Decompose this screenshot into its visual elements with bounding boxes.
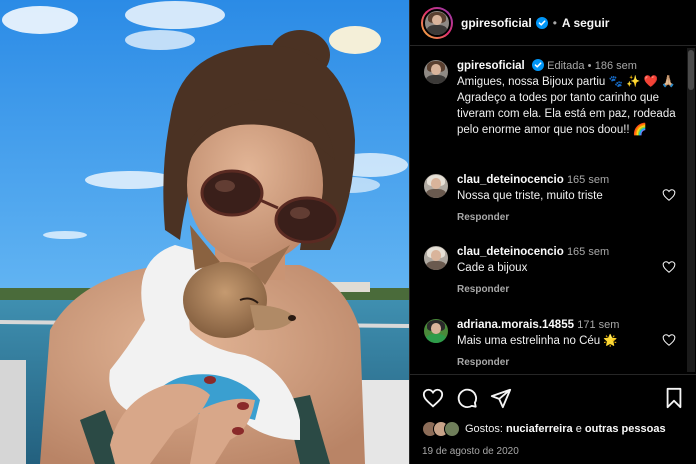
- verified-badge-icon: [531, 59, 544, 71]
- reply-button[interactable]: Responder: [457, 284, 509, 295]
- avatar-image: [423, 8, 451, 37]
- header-separator: •: [552, 15, 557, 30]
- like-comment-heart-icon[interactable]: [662, 333, 676, 347]
- instagram-post: gpiresoficial • A seguir gpiresoficial E…: [0, 0, 696, 464]
- following-button[interactable]: A seguir: [562, 16, 610, 30]
- comment-text: Cade a bijoux: [457, 262, 528, 274]
- likes-connector: e: [575, 423, 582, 435]
- comment-time[interactable]: 165 sem: [567, 246, 609, 258]
- reply-button[interactable]: Responder: [457, 357, 509, 368]
- comment-time[interactable]: 171 sem: [577, 319, 619, 331]
- post-photo-image: [0, 0, 409, 464]
- comment-text: Nossa que triste, muito triste: [457, 190, 603, 202]
- comment-time[interactable]: 165 sem: [567, 174, 609, 186]
- caption-edited: Editada: [547, 60, 585, 72]
- scrollbar-thumb[interactable]: [688, 50, 694, 90]
- caption-username[interactable]: gpiresoficial: [457, 60, 525, 72]
- like-comment-heart-icon[interactable]: [662, 260, 676, 274]
- comment-text: Mais uma estrelinha no Céu 🌟: [457, 335, 618, 347]
- comment-username[interactable]: clau_deteinocencio: [457, 246, 564, 258]
- comment-icon[interactable]: [456, 387, 478, 409]
- post-photo[interactable]: [0, 0, 409, 464]
- author-username[interactable]: gpiresoficial: [461, 16, 532, 30]
- caption-text: Amigues, nossa Bijoux partiu 🐾 ✨ ❤️ 🙏🏼 A…: [457, 76, 676, 136]
- caption-avatar[interactable]: [422, 58, 450, 86]
- other-likers-link[interactable]: outras pessoas: [585, 423, 666, 435]
- comment-item: clau_deteinocencio 165 sem Cade a bijoux…: [422, 244, 684, 302]
- comments-list[interactable]: gpiresoficial Editada • 186 sem Amigues,…: [410, 47, 686, 373]
- likes-summary: Gostos: nuciaferreira e outras pessoas: [422, 421, 666, 437]
- comment-avatar[interactable]: [422, 317, 450, 345]
- heart-icon[interactable]: [422, 387, 444, 409]
- caption-content: gpiresoficial Editada • 186 sem Amigues,…: [457, 58, 677, 138]
- comment-username[interactable]: adriana.morais.14855: [457, 319, 574, 331]
- post-actions: Gostos: nuciaferreira e outras pessoas 1…: [410, 374, 696, 464]
- bookmark-icon[interactable]: [663, 387, 685, 409]
- send-icon[interactable]: [490, 387, 512, 409]
- comment-item: adriana.morais.14855 171 sem Mais uma es…: [422, 317, 684, 373]
- caption-separator: •: [587, 60, 592, 72]
- comment-avatar[interactable]: [422, 172, 450, 200]
- likes-prefix: Gostos:: [465, 423, 503, 435]
- comment-username[interactable]: clau_deteinocencio: [457, 174, 564, 186]
- post-date[interactable]: 19 de agosto de 2020: [422, 446, 519, 457]
- comment-item: clau_deteinocencio 165 sem Nossa que tri…: [422, 172, 684, 230]
- post-side-panel: gpiresoficial • A seguir gpiresoficial E…: [409, 0, 696, 464]
- comments-scrollbar[interactable]: [687, 48, 695, 372]
- caption-time[interactable]: 186 sem: [595, 60, 637, 72]
- reply-button[interactable]: Responder: [457, 212, 509, 223]
- liker-username[interactable]: nuciaferreira: [506, 423, 573, 435]
- verified-badge-icon: [535, 16, 548, 29]
- author-avatar[interactable]: [421, 6, 453, 39]
- likes-text: Gostos: nuciaferreira e outras pessoas: [465, 423, 666, 435]
- comment-avatar[interactable]: [422, 244, 450, 272]
- liker-avatar[interactable]: [444, 421, 460, 437]
- like-comment-heart-icon[interactable]: [662, 188, 676, 202]
- post-header: gpiresoficial • A seguir: [410, 0, 696, 46]
